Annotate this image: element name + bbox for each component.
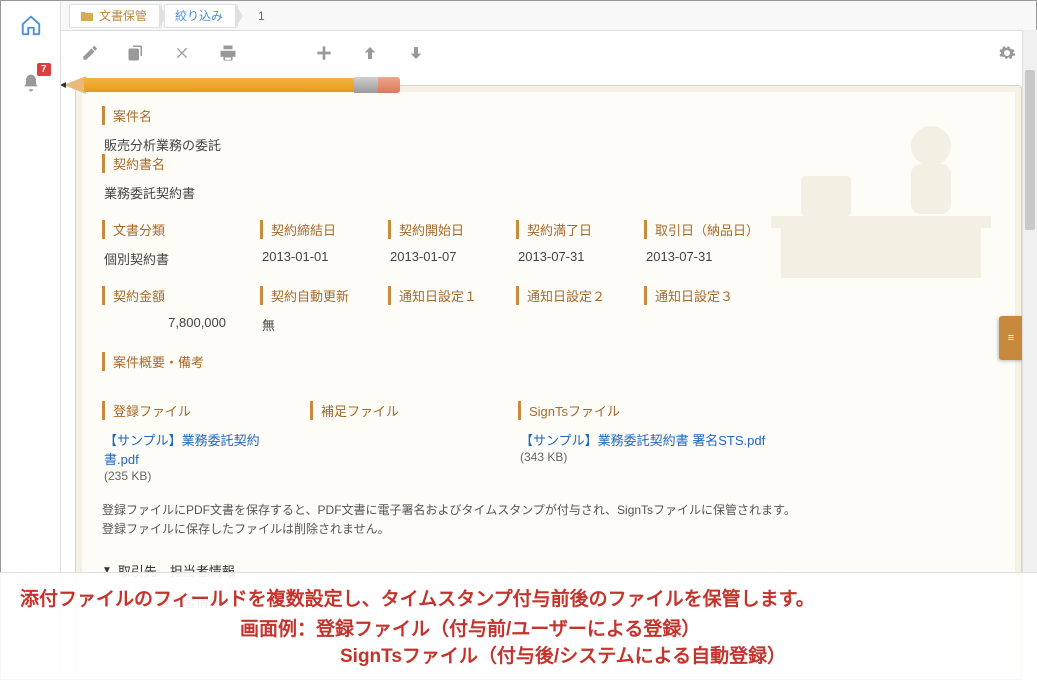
field-signts-file: SignTsファイル 【サンプル】業務委託契約書 署名STS.pdf (343 … [518, 401, 778, 483]
link-signts-file[interactable]: 【サンプル】業務委託契約書 署名STS.pdf [520, 433, 765, 448]
value-case-name: 販売分析業務の委託 [102, 135, 531, 154]
field-notify1: 通知日設定１ [388, 286, 488, 334]
breadcrumb-bar: 文書保管 絞り込み 1 [61, 1, 1036, 31]
field-amount: 契約金額 7,800,000 [102, 286, 232, 334]
label-doc-type: 文書分類 [102, 220, 232, 239]
breadcrumb-page: 1 [258, 9, 265, 23]
value-contract-name: 業務委託契約書 [102, 183, 531, 202]
copy-button[interactable] [123, 40, 149, 66]
edit-button[interactable] [77, 40, 103, 66]
label-summary: 案件概要・備考 [102, 352, 967, 371]
label-supp-file: 補足ファイル [310, 401, 490, 420]
copy-icon [127, 44, 145, 62]
label-conclude-date: 契約締結日 [260, 220, 360, 239]
size-reg-file: (235 KB) [104, 469, 151, 483]
breadcrumb-folder[interactable]: 文書保管 [69, 4, 162, 28]
breadcrumb-filter-label: 絞り込み [175, 7, 223, 24]
bell-icon [21, 73, 41, 93]
value-amount: 7,800,000 [102, 315, 232, 330]
label-amount: 契約金額 [102, 286, 232, 305]
note-text: 登録ファイルにPDF文書を保存すると、PDF文書に電子署名およびタイムスタンプが… [102, 501, 995, 539]
notification-badge: 7 [37, 63, 51, 76]
plus-icon [316, 45, 332, 61]
bookmark-tab[interactable]: ≡ [999, 316, 1023, 360]
print-button[interactable] [215, 40, 241, 66]
value-start-date: 2013-01-07 [388, 249, 488, 264]
toolbar [61, 31, 1036, 75]
delete-button[interactable] [169, 40, 195, 66]
arrow-down-icon [408, 45, 424, 61]
field-auto-renew: 契約自動更新 無 [260, 286, 360, 334]
label-signts-file: SignTsファイル [518, 401, 778, 420]
link-reg-file[interactable]: 【サンプル】業務委託契約書.pdf [104, 433, 260, 467]
notification-button[interactable]: 7 [13, 65, 49, 101]
label-notify2: 通知日設定２ [516, 286, 616, 305]
field-case-name: 案件名 販売分析業務の委託 [102, 106, 531, 154]
gear-icon [998, 44, 1016, 62]
label-end-date: 契約満了日 [516, 220, 616, 239]
field-supp-file: 補足ファイル [310, 401, 490, 483]
note-line2: 登録ファイルに保存したファイルは削除されません。 [102, 522, 390, 536]
pencil-square-icon [81, 44, 99, 62]
caption-line1: 添付ファイルのフィールドを複数設定し、タイムスタンプ付与前後のファイルを保管しま… [20, 587, 1017, 614]
folder-icon [80, 10, 94, 22]
value-tx-date: 2013-07-31 [644, 249, 759, 264]
field-end-date: 契約満了日 2013-07-31 [516, 220, 616, 268]
down-button[interactable] [403, 40, 429, 66]
field-doc-type: 文書分類 個別契約書 [102, 220, 232, 268]
close-icon [174, 45, 190, 61]
caption-overlay: 添付ファイルのフィールドを複数設定し、タイムスタンプ付与前後のファイルを保管しま… [0, 572, 1037, 680]
field-notify3: 通知日設定３ [644, 286, 744, 334]
value-auto-renew: 無 [260, 315, 360, 334]
printer-icon [219, 44, 237, 62]
value-end-date: 2013-07-31 [516, 249, 616, 264]
label-notify1: 通知日設定１ [388, 286, 488, 305]
pencil-decoration [84, 75, 424, 98]
label-notify3: 通知日設定３ [644, 286, 744, 305]
home-button[interactable] [7, 5, 55, 45]
field-tx-date: 取引日（納品日） 2013-07-31 [644, 220, 759, 268]
label-case-name: 案件名 [102, 106, 531, 125]
label-auto-renew: 契約自動更新 [260, 286, 360, 305]
caption-line2: 画面例：登録ファイル（付与前/ユーザーによる登録） [240, 614, 1017, 641]
size-signts-file: (343 KB) [520, 450, 567, 464]
field-summary: 案件概要・備考 [102, 352, 967, 381]
add-button[interactable] [311, 40, 337, 66]
field-start-date: 契約開始日 2013-01-07 [388, 220, 488, 268]
label-start-date: 契約開始日 [388, 220, 488, 239]
up-button[interactable] [357, 40, 383, 66]
label-tx-date: 取引日（納品日） [644, 220, 759, 239]
caption-line3: SignTsファイル（付与後/システムによる自動登録） [340, 641, 1017, 668]
label-reg-file: 登録ファイル [102, 401, 282, 420]
field-contract-name: 契約書名 業務委託契約書 [102, 154, 531, 202]
home-icon [20, 14, 42, 36]
breadcrumb-filter[interactable]: 絞り込み [164, 4, 238, 28]
field-reg-file: 登録ファイル 【サンプル】業務委託契約書.pdf (235 KB) [102, 401, 282, 483]
note-line1: 登録ファイルにPDF文書を保存すると、PDF文書に電子署名およびタイムスタンプが… [102, 503, 796, 517]
field-notify2: 通知日設定２ [516, 286, 616, 334]
arrow-up-icon [362, 45, 378, 61]
label-contract-name: 契約書名 [102, 154, 531, 173]
scrollbar-thumb[interactable] [1025, 70, 1035, 230]
value-conclude-date: 2013-01-01 [260, 249, 360, 264]
field-conclude-date: 契約締結日 2013-01-01 [260, 220, 360, 268]
breadcrumb-folder-label: 文書保管 [99, 7, 147, 24]
settings-button[interactable] [994, 40, 1020, 66]
value-doc-type: 個別契約書 [102, 249, 232, 268]
